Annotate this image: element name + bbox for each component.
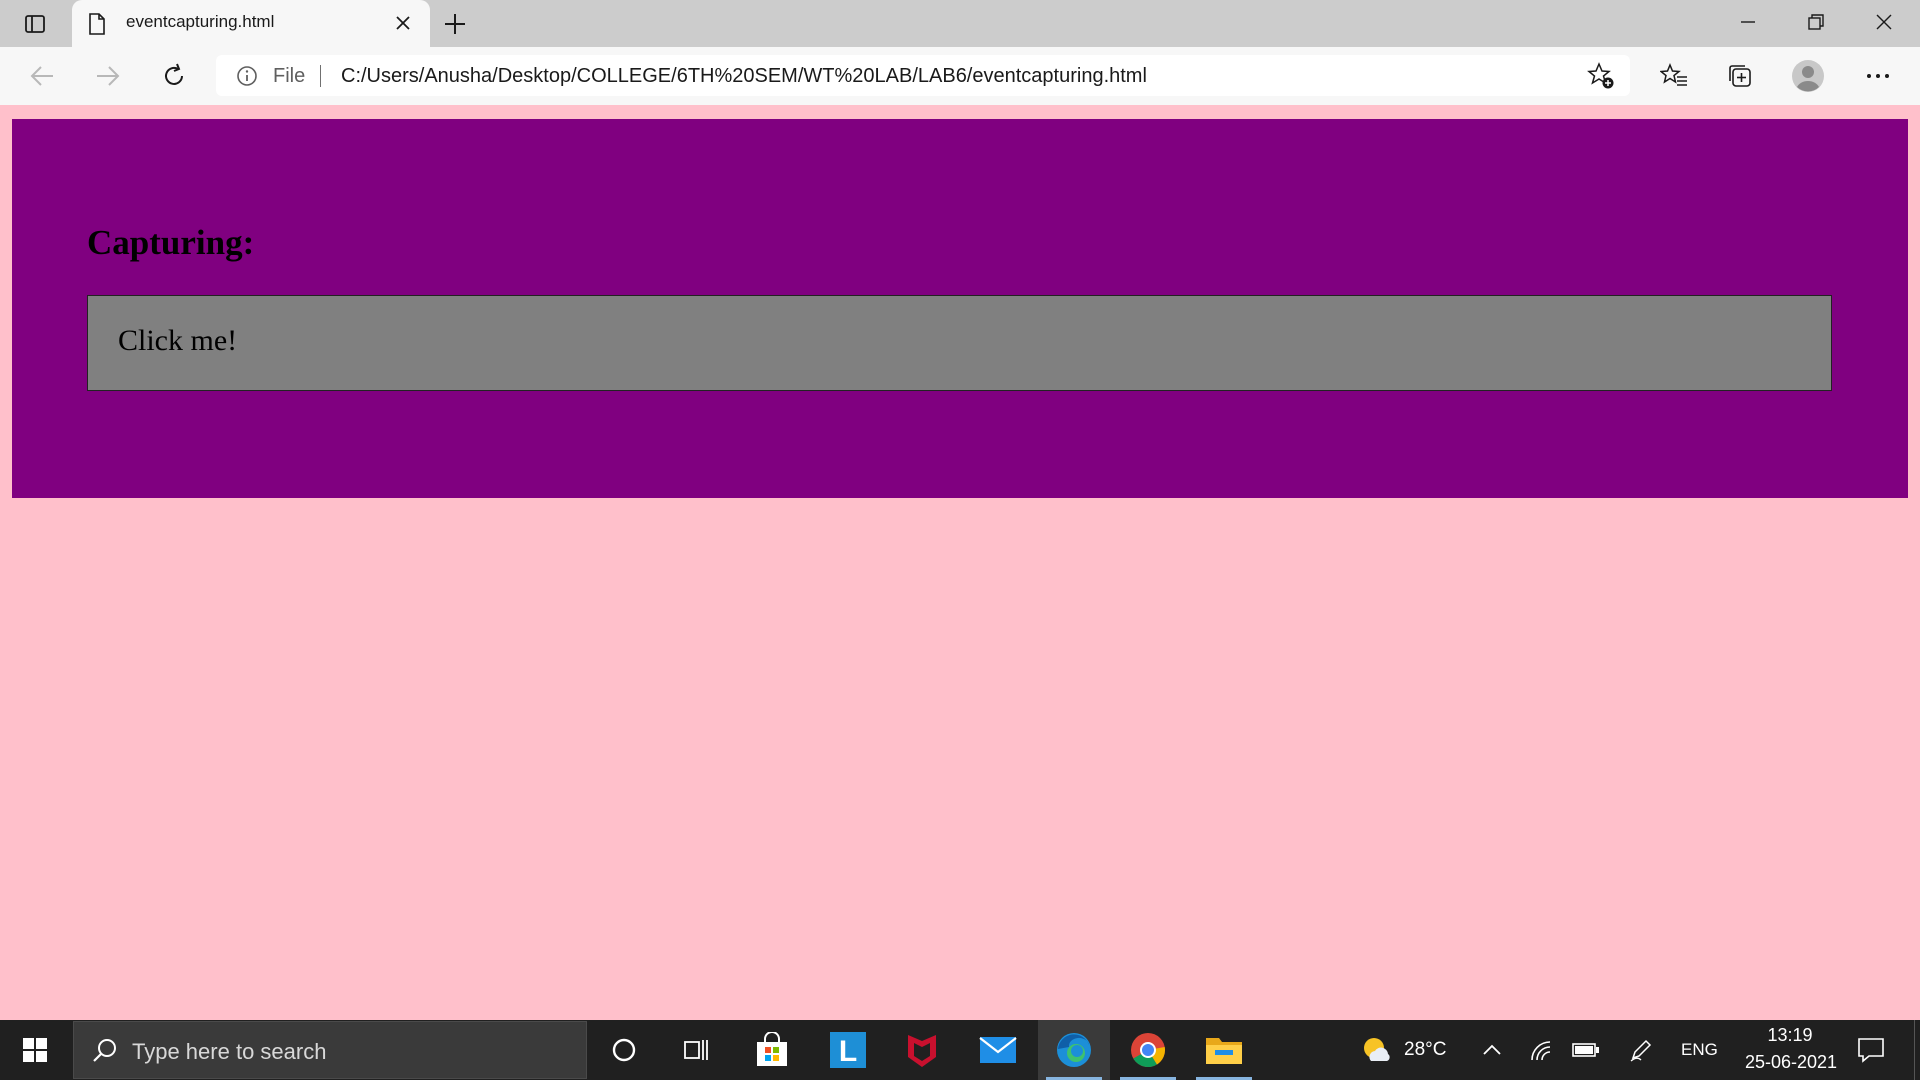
refresh-button[interactable] bbox=[154, 58, 194, 94]
scheme-label: File bbox=[273, 65, 306, 87]
close-tab-icon[interactable] bbox=[394, 14, 412, 32]
edge-icon[interactable] bbox=[1038, 1020, 1110, 1080]
new-tab-icon[interactable] bbox=[443, 12, 467, 36]
pen-icon[interactable] bbox=[1628, 1020, 1654, 1080]
back-arrow-icon bbox=[30, 66, 53, 86]
file-explorer-icon[interactable] bbox=[1188, 1020, 1260, 1080]
minimize-icon bbox=[1741, 21, 1755, 23]
favorites-icon bbox=[1660, 63, 1687, 86]
browser-toolbar: File C:/Users/Anusha/Desktop/COLLEGE/6TH… bbox=[0, 47, 1920, 105]
network-icon[interactable] bbox=[1528, 1020, 1554, 1080]
weather-temperature[interactable]: 28°C bbox=[1404, 1039, 1446, 1061]
page-viewport: Capturing: Click me! bbox=[0, 105, 1920, 1020]
battery-icon[interactable] bbox=[1572, 1020, 1600, 1080]
avatar-icon bbox=[1792, 60, 1824, 92]
file-icon bbox=[88, 13, 106, 35]
click-me-text: Click me! bbox=[118, 324, 238, 357]
close-icon bbox=[1876, 14, 1892, 30]
search-icon bbox=[92, 1037, 118, 1063]
browser-titlebar: eventcapturing.html bbox=[0, 0, 1920, 47]
collections-icon bbox=[1729, 65, 1751, 87]
address-separator bbox=[320, 65, 321, 87]
info-icon[interactable] bbox=[236, 65, 258, 87]
collections-button[interactable] bbox=[1720, 58, 1760, 94]
refresh-icon bbox=[165, 63, 183, 85]
windows-taskbar: Type here to search L 28°C ENG 13:19 25-… bbox=[0, 1020, 1920, 1080]
start-button[interactable] bbox=[0, 1020, 70, 1080]
cortana-icon[interactable] bbox=[588, 1020, 660, 1080]
l-app-icon[interactable]: L bbox=[812, 1020, 884, 1080]
outer-div[interactable]: Capturing: Click me! bbox=[12, 119, 1908, 498]
language-indicator[interactable]: ENG bbox=[1681, 1040, 1718, 1060]
chrome-icon[interactable] bbox=[1112, 1020, 1184, 1080]
minimize-button[interactable] bbox=[1714, 0, 1782, 44]
microsoft-store-icon[interactable] bbox=[736, 1020, 808, 1080]
restore-button[interactable] bbox=[1782, 0, 1850, 44]
tab-actions-icon bbox=[25, 15, 45, 33]
chevron-up-icon[interactable] bbox=[1480, 1020, 1504, 1080]
address-bar[interactable]: File C:/Users/Anusha/Desktop/COLLEGE/6TH… bbox=[216, 55, 1630, 96]
back-button[interactable] bbox=[22, 58, 62, 94]
add-favorite-icon[interactable] bbox=[1586, 61, 1616, 91]
taskbar-search-box[interactable]: Type here to search bbox=[73, 1021, 587, 1079]
restore-icon bbox=[1808, 14, 1824, 30]
browser-tab[interactable]: eventcapturing.html bbox=[72, 0, 430, 47]
forward-arrow-icon bbox=[97, 66, 120, 86]
clock-date[interactable]: 25-06-2021 bbox=[1730, 1052, 1852, 1073]
mail-icon[interactable] bbox=[962, 1020, 1034, 1080]
tab-title: eventcapturing.html bbox=[126, 12, 275, 31]
mcafee-icon[interactable] bbox=[886, 1020, 958, 1080]
weather-icon[interactable] bbox=[1360, 1020, 1394, 1080]
profile-button[interactable] bbox=[1788, 58, 1828, 94]
close-window-button[interactable] bbox=[1850, 0, 1918, 44]
settings-more-button[interactable] bbox=[1858, 58, 1898, 94]
page-heading: Capturing: bbox=[87, 223, 255, 262]
notifications-icon[interactable] bbox=[1856, 1020, 1886, 1080]
clock-time[interactable]: 13:19 bbox=[1750, 1025, 1830, 1046]
forward-button[interactable] bbox=[88, 58, 128, 94]
click-me-box[interactable]: Click me! bbox=[87, 295, 1832, 391]
windows-logo-icon bbox=[23, 1038, 47, 1062]
tab-actions-button[interactable] bbox=[14, 8, 56, 40]
task-view-icon[interactable] bbox=[660, 1020, 732, 1080]
show-desktop-button[interactable] bbox=[1914, 1020, 1920, 1080]
search-placeholder: Type here to search bbox=[132, 1039, 327, 1064]
favorites-button[interactable] bbox=[1654, 58, 1694, 94]
more-icon bbox=[1867, 74, 1889, 78]
url-text[interactable]: C:/Users/Anusha/Desktop/COLLEGE/6TH%20SE… bbox=[341, 65, 1147, 88]
svg-text:L: L bbox=[839, 1035, 857, 1068]
